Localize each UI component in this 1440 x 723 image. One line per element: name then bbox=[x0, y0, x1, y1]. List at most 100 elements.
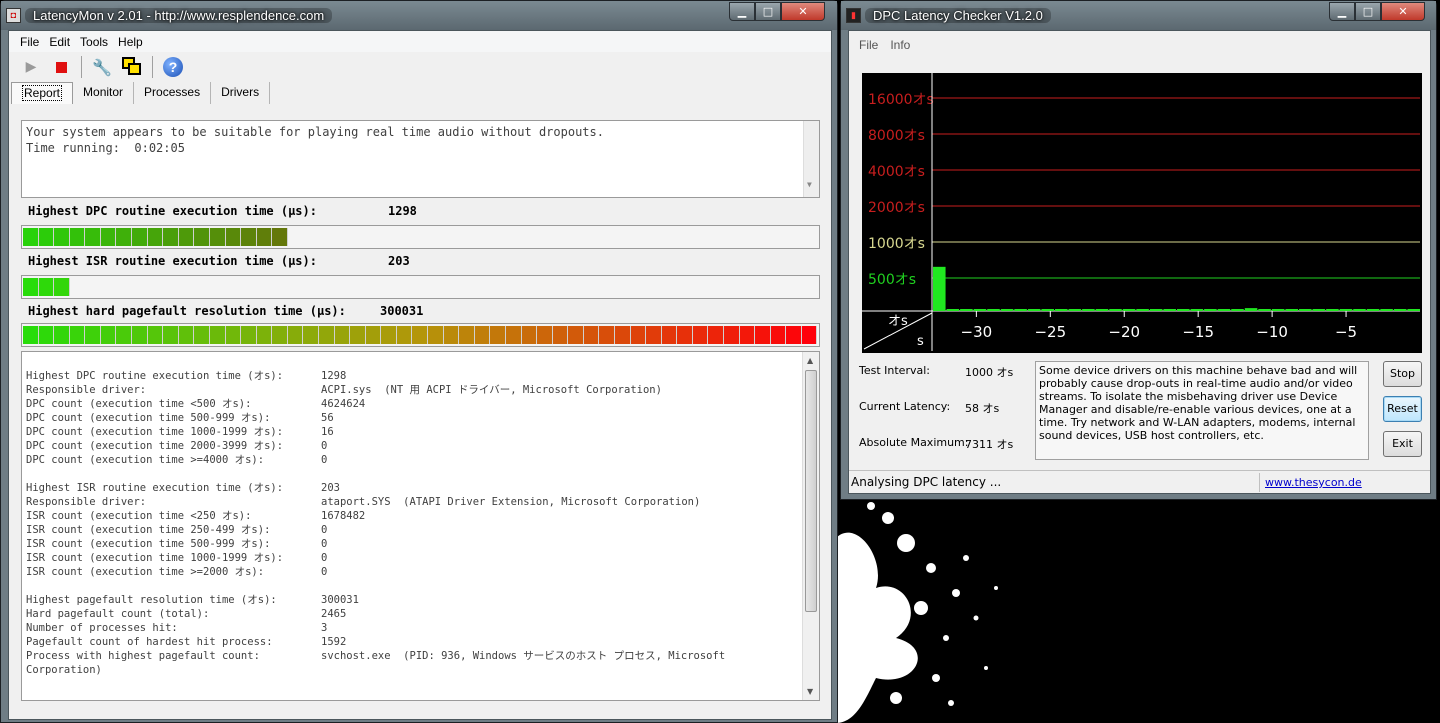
detail-value: 56 bbox=[321, 412, 334, 424]
latency-bar bbox=[1217, 309, 1231, 311]
menu-help[interactable]: Help bbox=[113, 35, 148, 49]
bar-segment bbox=[755, 326, 771, 344]
latencymon-titlebar[interactable]: ◘ LatencyMon v 2.01 - http://www.resplen… bbox=[1, 1, 837, 30]
detail-value: ataport.SYS (ATAPI Driver Extension, Mic… bbox=[321, 496, 701, 508]
status-text: Analysing DPC latency ... bbox=[851, 475, 1002, 489]
minimize-button[interactable]: ▁ bbox=[729, 2, 755, 21]
menu-tools[interactable]: Tools bbox=[75, 35, 113, 49]
close-button[interactable]: ✕ bbox=[781, 2, 825, 21]
detail-report-textbox[interactable]: Highest DPC routine execution time (オs):… bbox=[21, 351, 820, 701]
latency-bar bbox=[1068, 309, 1082, 311]
options-button[interactable]: 🔧 bbox=[90, 55, 114, 79]
status-scrollbar[interactable]: ▼ bbox=[803, 121, 819, 197]
latency-bar bbox=[1000, 309, 1014, 311]
bar-segment bbox=[194, 228, 210, 246]
bar-segment bbox=[132, 228, 148, 246]
reset-button[interactable]: Reset bbox=[1383, 396, 1422, 422]
close-button[interactable]: ✕ bbox=[1381, 2, 1425, 21]
dpc-caption-buttons: ▁ □ ✕ bbox=[1329, 2, 1425, 21]
latency-bar bbox=[1190, 309, 1204, 311]
copy-icon bbox=[122, 57, 142, 77]
bar-segment bbox=[178, 326, 195, 344]
detail-value: 0 bbox=[321, 538, 328, 550]
bar-segment bbox=[256, 228, 273, 246]
tab-monitor[interactable]: Monitor bbox=[73, 82, 135, 104]
bar-segment bbox=[786, 326, 802, 344]
start-button[interactable]: ▶ bbox=[19, 55, 43, 79]
scroll-down-icon[interactable]: ▼ bbox=[807, 687, 813, 696]
bar-segment bbox=[724, 326, 740, 344]
detail-key: Corporation) bbox=[26, 664, 102, 676]
detail-row bbox=[26, 467, 725, 481]
exit-button[interactable]: Exit bbox=[1383, 431, 1422, 457]
menu-file[interactable]: File bbox=[853, 38, 884, 52]
detail-row: ISR count (execution time >=2000 オs): 0 bbox=[26, 565, 725, 579]
scroll-thumb[interactable] bbox=[805, 370, 817, 612]
menu-info[interactable]: Info bbox=[884, 38, 916, 52]
stop-button[interactable]: Stop bbox=[1383, 361, 1422, 387]
detail-row: Highest pagefault resolution time (オs): 3… bbox=[26, 593, 725, 607]
stop-button[interactable] bbox=[49, 55, 73, 79]
bar-segment bbox=[85, 228, 101, 246]
bar-segment bbox=[568, 326, 584, 344]
play-icon: ▶ bbox=[25, 59, 37, 75]
bar-segment bbox=[225, 326, 242, 344]
menu-file[interactable]: File bbox=[15, 35, 44, 49]
current-latency-row: Current Latency: 58 オs bbox=[859, 400, 999, 415]
detail-key: Highest pagefault resolution time (オs): bbox=[26, 594, 277, 606]
bar-segment bbox=[38, 326, 55, 344]
detail-value: 203 bbox=[321, 482, 340, 494]
bar-segment bbox=[241, 326, 257, 344]
y-tick-label: 16000オs bbox=[868, 92, 934, 108]
detail-value: 0 bbox=[321, 552, 328, 564]
latency-bar bbox=[1258, 309, 1271, 311]
absolute-max-value: 7311 オs bbox=[965, 438, 1014, 451]
detail-row: ISR count (execution time 500-999 オs): 0 bbox=[26, 537, 725, 551]
latency-bar bbox=[1353, 309, 1366, 311]
current-latency-value: 58 オs bbox=[965, 402, 1000, 415]
detail-value: ACPI.sys (NT 用 ACPI ドライバー, Microsoft Cor… bbox=[321, 384, 662, 396]
bar-segment bbox=[178, 228, 195, 246]
y-tick-label: 8000オs bbox=[868, 128, 925, 144]
latencymon-app-icon[interactable]: ◘ bbox=[6, 8, 21, 23]
latency-bar bbox=[1231, 309, 1244, 311]
bar-segment bbox=[583, 326, 600, 344]
bar-segment bbox=[225, 228, 242, 246]
help-button[interactable]: ? bbox=[161, 55, 185, 79]
tab-processes[interactable]: Processes bbox=[134, 82, 212, 104]
latency-bar bbox=[1136, 309, 1149, 311]
test-interval-label: Test Interval: bbox=[859, 364, 930, 377]
bar-segment bbox=[396, 326, 413, 344]
thesycon-link[interactable]: www.thesycon.de bbox=[1265, 476, 1362, 489]
latency-bar bbox=[973, 309, 987, 311]
toolbar-separator bbox=[81, 56, 82, 78]
bar-segment bbox=[739, 326, 756, 344]
detail-key: DPC count (execution time 2000-3999 オs): bbox=[26, 440, 284, 452]
latencymon-caption-buttons: ▁ □ ✕ bbox=[729, 2, 825, 21]
tab-report[interactable]: Report bbox=[11, 82, 74, 104]
copy-button[interactable] bbox=[120, 55, 144, 79]
dpc-title: DPC Latency Checker V1.2.0 bbox=[865, 8, 1051, 23]
bar-segment bbox=[100, 326, 117, 344]
bar-segment bbox=[443, 326, 460, 344]
minimize-button[interactable]: ▁ bbox=[1329, 2, 1355, 21]
menu-edit[interactable]: Edit bbox=[44, 35, 75, 49]
status-textbox[interactable]: Your system appears to be suitable for p… bbox=[21, 120, 820, 198]
y-tick-label: 2000オs bbox=[868, 200, 925, 216]
scroll-up-icon[interactable]: ▲ bbox=[807, 356, 813, 365]
help-icon: ? bbox=[163, 57, 183, 77]
latency-bar bbox=[1149, 309, 1163, 311]
dpc-app-icon[interactable]: ▮ bbox=[846, 8, 861, 23]
maximize-button[interactable]: □ bbox=[1355, 2, 1381, 21]
latency-bar bbox=[1177, 309, 1190, 311]
bar-segment bbox=[677, 326, 693, 344]
tab-drivers[interactable]: Drivers bbox=[211, 82, 271, 104]
detail-key: ISR count (execution time 500-999 オs): bbox=[26, 538, 271, 550]
detail-scrollbar[interactable]: ▲ ▼ bbox=[802, 352, 819, 700]
isr-metric-value: 203 bbox=[388, 254, 410, 268]
bar-segment bbox=[318, 326, 335, 344]
diagnosis-message: Some device drivers on this machine beha… bbox=[1035, 361, 1369, 460]
bar-segment bbox=[537, 326, 553, 344]
maximize-button[interactable]: □ bbox=[755, 2, 781, 21]
y-tick-label: 4000オs bbox=[868, 164, 925, 180]
